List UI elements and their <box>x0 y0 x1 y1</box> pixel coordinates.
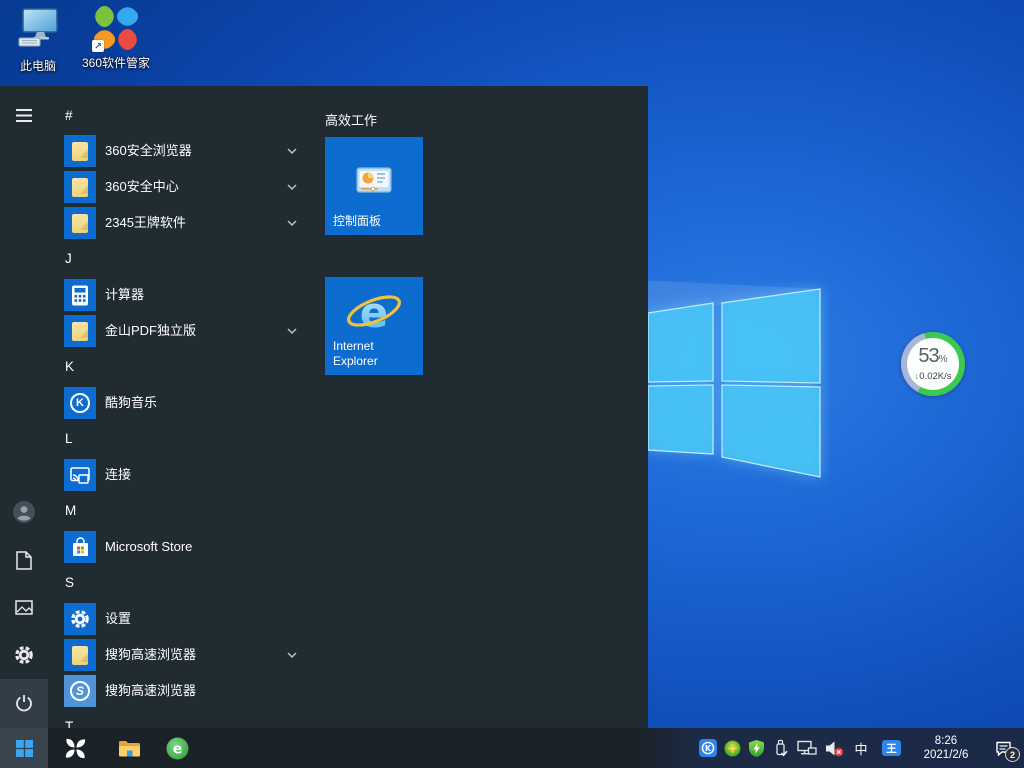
notification-center-button[interactable]: 2 <box>989 728 1017 768</box>
tray-kugou-icon[interactable]: K <box>699 739 717 757</box>
windows-start-icon <box>16 740 33 757</box>
start-button[interactable] <box>0 728 48 768</box>
tile-internet-explorer[interactable]: e Internet Explorer <box>325 277 423 375</box>
tile-label: 控制面板 <box>333 214 418 229</box>
tray-network-icon[interactable] <box>797 740 817 757</box>
tray-kugou-k: K <box>705 744 712 753</box>
taskbar: e K <box>0 728 1024 768</box>
tray-360-antivirus-icon[interactable] <box>724 740 741 757</box>
clock-time: 8:26 <box>915 734 977 748</box>
start-menu-tiles-panel: 高效工作 控制面板 <box>0 86 648 728</box>
tray-360-shield-icon[interactable] <box>749 740 764 757</box>
tile-group-title[interactable]: 高效工作 <box>325 110 377 129</box>
this-pc-icon <box>16 8 60 48</box>
tile-control-panel[interactable]: 控制面板 <box>325 137 423 235</box>
desktop-icon-this-pc[interactable]: 此电脑 <box>0 8 76 74</box>
shortcut-arrow-icon: ↗ <box>92 40 104 52</box>
system-tray: K <box>699 728 1024 768</box>
desktop-screen: 此电脑 ↗ 360软件管家 53% ↓0.02K/s <box>0 0 1024 768</box>
file-explorer-icon <box>118 739 141 758</box>
tray-volume-muted-icon[interactable] <box>825 740 844 757</box>
windows-logo-wallpaper <box>640 280 830 490</box>
download-speed: 0.02K/s <box>919 371 951 382</box>
notification-count-badge: 2 <box>1005 747 1020 762</box>
desktop-icon-label: 360软件管家 <box>78 54 154 71</box>
memory-percent: 53 <box>918 345 938 367</box>
control-panel-icon <box>356 167 392 195</box>
taskbar-clock[interactable]: 8:26 2021/2/6 <box>915 734 977 762</box>
speed-ball-face: 53% ↓0.02K/s <box>907 338 959 390</box>
tile-label: Internet Explorer <box>333 339 418 369</box>
360-software-manager-icon: ↗ <box>94 6 138 50</box>
ie-e-letter: e <box>360 288 389 337</box>
tray-usb-icon[interactable] <box>773 739 788 757</box>
petal-red <box>114 26 141 53</box>
start-menu: # 360安全浏览器 360安全中心 2345王牌软件 J <box>0 86 648 728</box>
browser-e-letter: e <box>172 741 182 757</box>
360-browser-e-icon: e <box>166 737 189 760</box>
internet-explorer-icon: e <box>343 285 405 341</box>
360-pinwheel-icon <box>64 737 87 760</box>
percent-unit: % <box>939 354 948 365</box>
tray-wang-input-icon[interactable]: 王 <box>882 740 901 756</box>
taskbar-360-safeguard-button[interactable] <box>57 728 93 768</box>
petal-blue <box>114 3 141 30</box>
petal-green <box>91 3 118 30</box>
desktop-icon-360-software-manager[interactable]: ↗ 360软件管家 <box>78 6 154 71</box>
tray-ime-indicator[interactable]: 中 <box>853 739 869 758</box>
speed-ball-widget[interactable]: 53% ↓0.02K/s <box>901 332 965 396</box>
taskbar-file-explorer-button[interactable] <box>111 728 147 768</box>
wang-character: 王 <box>886 741 897 756</box>
desktop-icon-label: 此电脑 <box>0 57 76 74</box>
clock-date: 2021/2/6 <box>915 748 977 762</box>
taskbar-360-browser-button[interactable]: e <box>159 728 195 768</box>
